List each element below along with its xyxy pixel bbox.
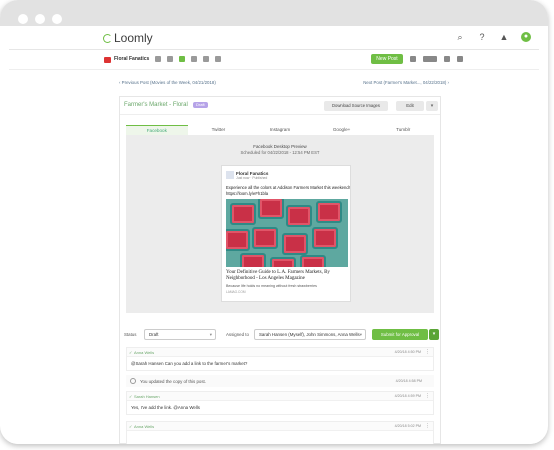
post-text: Experience all the colors at Addison Far… [226, 185, 350, 196]
tab-facebook[interactable]: Facebook [126, 125, 188, 135]
download-source-images-button[interactable]: Download Source Images [324, 101, 388, 111]
comment-date: 4/20/18 5:02 PM [394, 424, 421, 428]
activity-text: You updated the copy of this post. [140, 379, 206, 384]
status-value: Draft [149, 332, 159, 337]
submit-for-approval-button[interactable]: Submit for Approval [372, 329, 428, 340]
calendar-subnav: Floral Fanatics New Post [9, 50, 539, 70]
comment: ✓ Sarah Hansen 4/20/18 4:59 PM ⋮ Yes, I'… [126, 391, 434, 415]
previous-post-link[interactable]: ‹ Previous Post (Movies of the Week, 04/… [119, 80, 216, 85]
comment: ✓ Anna Wells 4/20/18 4:50 PM ⋮ @Sarah Ha… [126, 347, 434, 371]
browser-titlebar [0, 0, 548, 26]
check-icon: ✓ [129, 424, 133, 429]
top-navbar: Loomly ⌕ ? ▲ ● [9, 26, 539, 50]
status-badge: Draft [193, 102, 208, 108]
post-header: Farmer's Market - Floral Draft Download … [120, 97, 440, 115]
check-icon: ✓ [129, 350, 133, 355]
comment-author: Sarah Hansen [134, 394, 160, 399]
bulb-icon[interactable] [215, 56, 221, 62]
post-image [226, 199, 348, 267]
post-card: Farmer's Market - Floral Draft Download … [119, 96, 441, 444]
assignees-value: Sarah Hansen (Myself), John Simmons, Ann… [259, 332, 360, 337]
link-description: Because life holds no meaning without fr… [226, 284, 317, 288]
clock-icon [130, 378, 136, 384]
tab-twitter[interactable]: Twitter [188, 125, 250, 135]
window-dot[interactable] [52, 14, 62, 24]
window-dot[interactable] [18, 14, 28, 24]
check-icon: ✓ [129, 394, 133, 399]
chevron-down-icon: ▾ [359, 332, 362, 337]
comment-date: 4/20/18 4:50 PM [394, 350, 421, 354]
status-label: Status [124, 332, 137, 337]
search-icon[interactable]: ⌕ [455, 32, 465, 42]
chevron-down-icon[interactable]: ▾ [426, 101, 438, 111]
comment-body: @Sarah Hansen Can you add a link to the … [131, 361, 248, 366]
more-icon[interactable]: ⋮ [425, 349, 430, 355]
new-post-button[interactable]: New Post [371, 54, 403, 64]
help-icon[interactable]: ? [477, 32, 487, 42]
gear-icon[interactable] [457, 56, 463, 62]
link-domain: LAMAG.COM [226, 290, 246, 294]
preview-title: Facebook Desktop Preview [253, 144, 307, 149]
comment-date: 4/20/18 4:59 PM [394, 394, 421, 398]
next-post-link[interactable]: Next Post (Farmer's Market..., 04/22/201… [363, 80, 449, 85]
tab-instagram[interactable]: Instagram [249, 125, 311, 135]
activity-date: 4/20/18 4:58 PM [395, 379, 422, 383]
post-title: Farmer's Market - Floral [124, 102, 188, 108]
link-title[interactable]: Your Definitive Guide to L.A. Farmers Ma… [226, 270, 348, 282]
channel-tabs: Facebook Twitter Instagram Google+ Tumbl… [126, 125, 434, 135]
app-page: Loomly ⌕ ? ▲ ● Floral Fanatics New Post [9, 26, 539, 444]
page-avatar [226, 171, 234, 179]
logo-icon [103, 33, 112, 43]
chevron-down-icon: ▾ [209, 332, 212, 337]
chevron-down-icon[interactable]: ▾ [429, 329, 439, 340]
post-meta: Just now · Published [236, 176, 268, 180]
comment-author: Anna Wells [134, 424, 155, 429]
tab-tumblr[interactable]: Tumblr [372, 125, 434, 135]
analytics-icon[interactable] [410, 56, 416, 62]
preview-area: Facebook Desktop Preview Scheduled for 0… [126, 135, 434, 313]
calendar-view-icon[interactable] [155, 56, 161, 62]
tab-google-plus[interactable]: Google+ [311, 125, 373, 135]
more-icon[interactable]: ⋮ [425, 423, 430, 429]
list-view-icon[interactable] [167, 56, 173, 62]
window-dot[interactable] [35, 14, 45, 24]
workflow-row: Status Draft ▾ Assigned to Sarah Hansen … [120, 327, 440, 343]
assignees-select[interactable]: Sarah Hansen (Myself), John Simmons, Ann… [254, 329, 366, 340]
calendar-flag-icon [104, 57, 111, 63]
status-select[interactable]: Draft ▾ [144, 329, 216, 340]
post-ideas-icon[interactable] [179, 56, 185, 62]
comment-body: Yes, I've add the link. @Anna Wells [131, 405, 200, 410]
activity-entry: You updated the copy of this post. 4/20/… [126, 375, 434, 387]
comment: ✓ Anna Wells 4/20/18 5:02 PM ⋮ [126, 421, 434, 444]
loomly-logo[interactable]: Loomly [103, 31, 153, 45]
edit-button[interactable]: Edit [396, 101, 424, 111]
settings-icon[interactable] [444, 56, 450, 62]
bell-icon[interactable]: ▲ [499, 32, 509, 42]
library-icon[interactable] [203, 56, 209, 62]
browser-window: Loomly ⌕ ? ▲ ● Floral Fanatics New Post [0, 0, 548, 444]
user-avatar[interactable]: ● [521, 32, 531, 42]
team-icon[interactable] [423, 56, 437, 62]
calendar-switcher[interactable]: Floral Fanatics [114, 56, 149, 62]
more-icon[interactable]: ⋮ [425, 393, 430, 399]
logo-text: Loomly [114, 31, 153, 45]
assigned-label: Assigned to [226, 332, 249, 337]
preview-schedule: Scheduled for 04/22/2018 - 12:54 PM EST [240, 150, 320, 155]
facebook-post-preview: Floral Fanatics Just now · Published Exp… [221, 165, 351, 302]
comment-author: Anna Wells [134, 350, 155, 355]
conversations-icon[interactable] [191, 56, 197, 62]
